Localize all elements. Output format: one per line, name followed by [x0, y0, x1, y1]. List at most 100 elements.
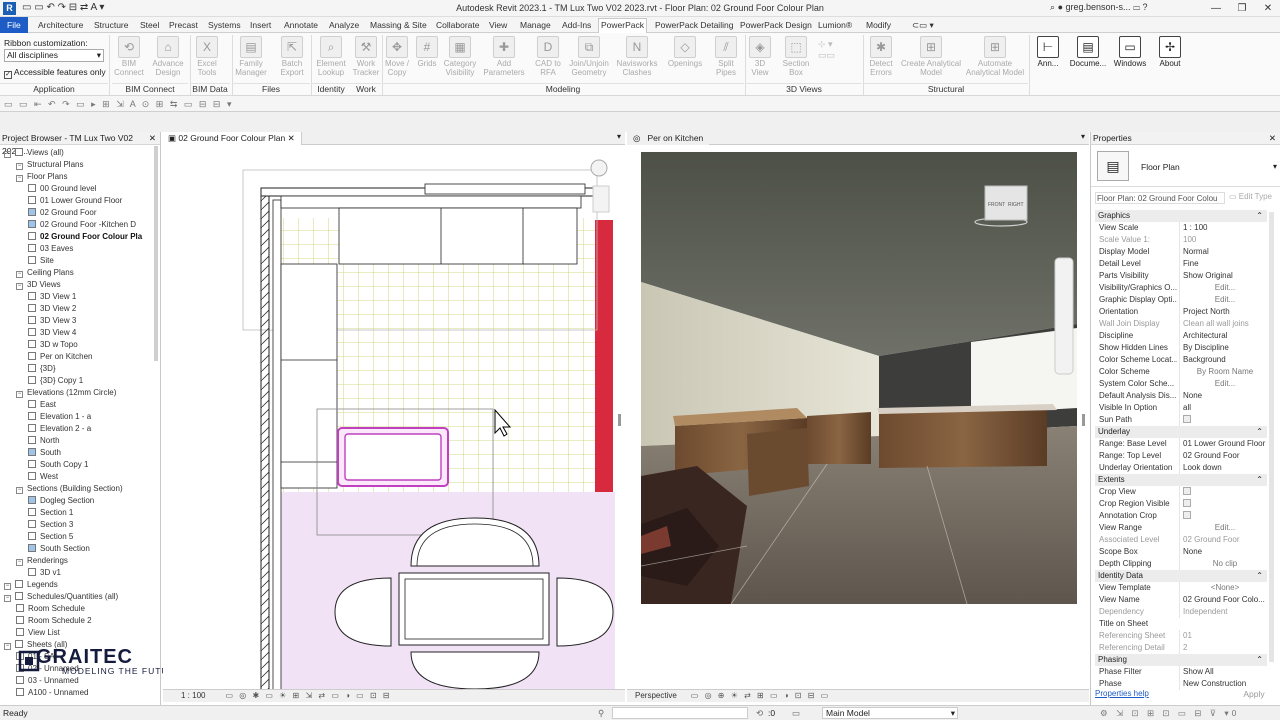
close-icon[interactable]: ✕ [1269, 132, 1276, 145]
quick-toolbar[interactable]: ▭ ▭ ⇤ ↶ ↷ ▭ ▸ ⊞ ⇲ A ⊙ ⊞ ⇆ ▭ ⊟ ⊟ ▾ [0, 96, 1280, 112]
close-tab-icon[interactable]: ✕ [288, 133, 295, 143]
browser-item[interactable]: 02 Ground Foor [28, 207, 96, 219]
property-row[interactable]: Referencing Sheet 01 [1095, 630, 1267, 642]
browser-item[interactable]: 01 Lower Ground Floor [28, 195, 122, 207]
expand-toggle-icon[interactable]: − [4, 583, 11, 590]
properties-scrollbar[interactable] [1269, 212, 1274, 662]
property-value[interactable]: 1 : 100 [1179, 222, 1267, 234]
property-value[interactable]: all [1179, 402, 1267, 414]
property-value[interactable]: 01 [1179, 630, 1267, 642]
property-value[interactable]: Independent [1179, 606, 1267, 618]
browser-item[interactable]: Section 1 [28, 507, 73, 519]
property-value[interactable]: By Discipline [1179, 342, 1267, 354]
property-row[interactable]: Default Analysis Dis... None [1095, 390, 1267, 402]
batch-export-button[interactable]: ⇱ Batch Export [274, 34, 310, 82]
property-row[interactable]: Scope Box None [1095, 546, 1267, 558]
browser-item[interactable]: 3D View 2 [28, 303, 76, 315]
minimize-button[interactable]: — [1204, 0, 1228, 17]
collapse-icon[interactable]: ⌃ [1256, 654, 1263, 666]
workset-dropdown[interactable] [612, 707, 748, 719]
3d-view-mini-controls[interactable]: ⊹ ▾ ▭▭ [818, 39, 860, 67]
browser-item[interactable]: Elevation 1 - a [28, 411, 91, 423]
expand-toggle-icon[interactable]: − [16, 283, 23, 290]
workset-icon[interactable]: ⚲ [598, 706, 604, 720]
property-row[interactable]: Depth Clipping No clip [1095, 558, 1267, 570]
excel-tools-button[interactable]: X Excel Tools [192, 34, 222, 82]
move-copy-button[interactable]: ✥ Move / Copy [382, 34, 412, 82]
user-name[interactable]: greg.benson-s... [1066, 2, 1131, 12]
property-row[interactable]: View Range Edit... [1095, 522, 1267, 534]
navisworks-clashes-button[interactable]: N Navisworks Clashes [616, 34, 658, 82]
property-value[interactable]: <None> [1179, 582, 1267, 594]
property-section[interactable]: Underlay ⌃ [1095, 426, 1267, 438]
browser-item[interactable]: − Ceiling Plans [16, 267, 74, 279]
browser-item[interactable]: − Elevations (12mm Circle) [16, 387, 116, 399]
browser-item[interactable]: − Schedules/Quantities (all) [4, 591, 118, 603]
property-value[interactable]: None [1179, 546, 1267, 558]
browser-item[interactable]: Elevation 2 - a [28, 423, 91, 435]
property-row[interactable]: Dependency Independent [1095, 606, 1267, 618]
element-lookup-button[interactable]: ⌕ Element Lookup [313, 34, 349, 82]
expand-toggle-icon[interactable]: − [4, 151, 11, 158]
browser-item[interactable]: Room Schedule [16, 603, 85, 615]
browser-item[interactable]: 00 Ground level [28, 183, 96, 195]
browser-item[interactable]: Site [28, 255, 54, 267]
section-box-button[interactable]: ⬚ Section Box [778, 34, 814, 82]
property-section[interactable]: Phasing ⌃ [1095, 654, 1267, 666]
browser-item[interactable]: 02 Ground Foor Colour Pla [28, 231, 142, 243]
perspective-render[interactable]: FRONT RIGHT [627, 146, 1089, 689]
tab-powerpack[interactable]: PowerPack [598, 18, 647, 33]
property-value[interactable]: By Room Name [1179, 366, 1267, 378]
browser-item[interactable]: − Renderings [16, 555, 68, 567]
browser-item[interactable]: West [28, 471, 58, 483]
property-row[interactable]: Crop View [1095, 486, 1267, 498]
property-row[interactable]: Show Hidden Lines By Discipline [1095, 342, 1267, 354]
checkbox-icon[interactable] [1183, 415, 1191, 423]
bim-connect-button[interactable]: ⟲ BIM Connect [112, 34, 146, 82]
tab-analyze[interactable]: Analyze [327, 19, 361, 33]
property-row[interactable]: View Scale 1 : 100 [1095, 222, 1267, 234]
windows-button[interactable]: ▭ Windows [1112, 34, 1148, 82]
property-row[interactable]: Graphic Display Opti... Edit... [1095, 294, 1267, 306]
instance-filter-dropdown[interactable]: Floor Plan: 02 Ground Foor Colou [1095, 192, 1225, 204]
browser-item[interactable]: 3D v1 [28, 567, 61, 579]
property-value[interactable]: Show All [1179, 666, 1267, 678]
browser-item[interactable]: Per on Kitchen [28, 351, 92, 363]
cart-icon[interactable]: ▭ [1133, 2, 1140, 12]
tab-collaborate[interactable]: Collaborate [434, 19, 481, 33]
browser-item[interactable]: − Structural Plans [16, 159, 83, 171]
design-option-dropdown[interactable]: Main Model ▾ [822, 707, 958, 719]
type-selector[interactable]: ▤ Floor Plan ▾ [1091, 145, 1280, 187]
browser-item[interactable]: Room Schedule 2 [16, 615, 92, 627]
browser-item[interactable]: East [28, 399, 56, 411]
browser-item[interactable]: − Legends [4, 579, 58, 591]
browser-item[interactable]: {3D} [28, 363, 56, 375]
property-value[interactable]: Architectural [1179, 330, 1267, 342]
property-value[interactable]: Show Original [1179, 270, 1267, 282]
checkbox-icon[interactable] [1183, 499, 1191, 507]
property-value[interactable]: 02 Ground Foor [1179, 534, 1267, 546]
property-value[interactable]: 01 Lower Ground Floor [1179, 438, 1267, 450]
help-icon[interactable]: ? [1142, 2, 1147, 12]
tab-precast[interactable]: Precast [167, 19, 200, 33]
collapse-icon[interactable]: ⌃ [1256, 570, 1263, 582]
view1-control-bar[interactable]: 1 : 100 ▭ ◎ ✱ ▭ ☀ ⊞ ⇲ ⇄ ▭ ◑ ▭ ⊡ ⊟ [163, 689, 625, 702]
property-row[interactable]: Wall Join Display Clean all wall joins [1095, 318, 1267, 330]
grids-button[interactable]: # Grids [414, 34, 440, 82]
browser-item[interactable]: A100 - Unnamed [16, 687, 88, 699]
view-mode[interactable]: Perspective [635, 691, 677, 700]
property-row[interactable]: Discipline Architectural [1095, 330, 1267, 342]
property-row[interactable]: Annotation Crop [1095, 510, 1267, 522]
browser-item[interactable]: − Views (all) [4, 147, 64, 159]
property-value[interactable]: Fine [1179, 258, 1267, 270]
property-row[interactable]: Phase Filter Show All [1095, 666, 1267, 678]
tab-annotate[interactable]: Annotate [282, 19, 320, 33]
checkbox-icon[interactable] [1183, 487, 1191, 495]
detect-errors-button[interactable]: ✱ Detect Errors [866, 34, 896, 82]
view-control-icons[interactable]: ▭ ◎ ✱ ▭ ☀ ⊞ ⇲ ⇄ ▭ ◑ ▭ ⊡ ⊟ [225, 691, 391, 700]
tab-floor-plan-view[interactable]: ▣ 02 Ground Foor Colour Plan ✕ [162, 132, 302, 145]
tab-add-ins[interactable]: Add-Ins [560, 19, 593, 33]
property-row[interactable]: Detail Level Fine [1095, 258, 1267, 270]
view2-control-bar[interactable]: Perspective ▭ ◎ ⊕ ☀ ⇄ ⊞ ▭ ◑ ⊡ ⊟ ▭ [627, 689, 1089, 702]
floor-plan-canvas[interactable] [163, 146, 625, 689]
